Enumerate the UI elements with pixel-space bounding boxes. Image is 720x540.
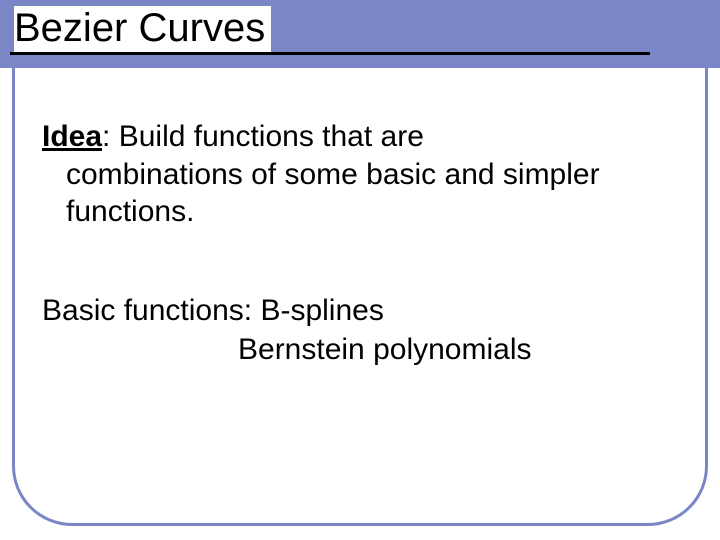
idea-sep: : [102,120,119,153]
idea-line-2: combinations of some basic and simpler [42,156,678,194]
idea-line-1: Idea: Build functions that are [42,118,678,156]
idea-label: Idea [42,120,102,153]
basic-line-1: Basic functions: B-splines [42,291,678,330]
slide-content: Idea: Build functions that are combinati… [42,118,678,369]
idea-block: Idea: Build functions that are combinati… [42,118,678,231]
idea-line-3: functions. [42,193,678,231]
slide-title: Bezier Curves [14,6,271,52]
idea-line1-rest: Build functions that are [119,120,424,153]
title-underline [10,52,650,55]
basic-functions-block: Basic functions: B-splines Bernstein pol… [42,291,678,369]
basic-line-2: Bernstein polynomials [42,330,678,369]
